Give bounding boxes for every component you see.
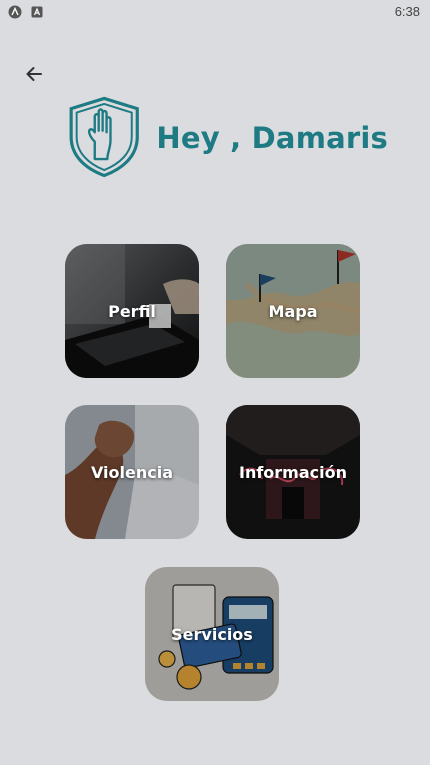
- app-notification-icon: [30, 5, 44, 19]
- mapa-button[interactable]: Mapa: [226, 244, 360, 378]
- violencia-label: Violencia: [90, 462, 174, 482]
- informacion-button[interactable]: Información: [226, 405, 360, 539]
- status-bar: 6:38: [0, 0, 430, 24]
- greeting-title: Hey , Damaris: [156, 121, 388, 155]
- perfil-label: Perfil: [108, 301, 156, 321]
- status-time: 6:38: [394, 4, 420, 19]
- violencia-button[interactable]: Violencia: [65, 405, 199, 539]
- informacion-label: Información: [238, 462, 347, 482]
- back-arrow-icon: [26, 67, 42, 81]
- android-icon: [8, 5, 22, 19]
- header: Hey , Damaris: [68, 84, 388, 190]
- perfil-button[interactable]: Perfil: [65, 244, 199, 378]
- servicios-label: Servicios: [171, 624, 253, 644]
- shield-hand-icon: [69, 96, 139, 178]
- back-button[interactable]: [22, 62, 46, 86]
- mapa-label: Mapa: [268, 301, 318, 321]
- servicios-button[interactable]: Servicios: [145, 567, 279, 701]
